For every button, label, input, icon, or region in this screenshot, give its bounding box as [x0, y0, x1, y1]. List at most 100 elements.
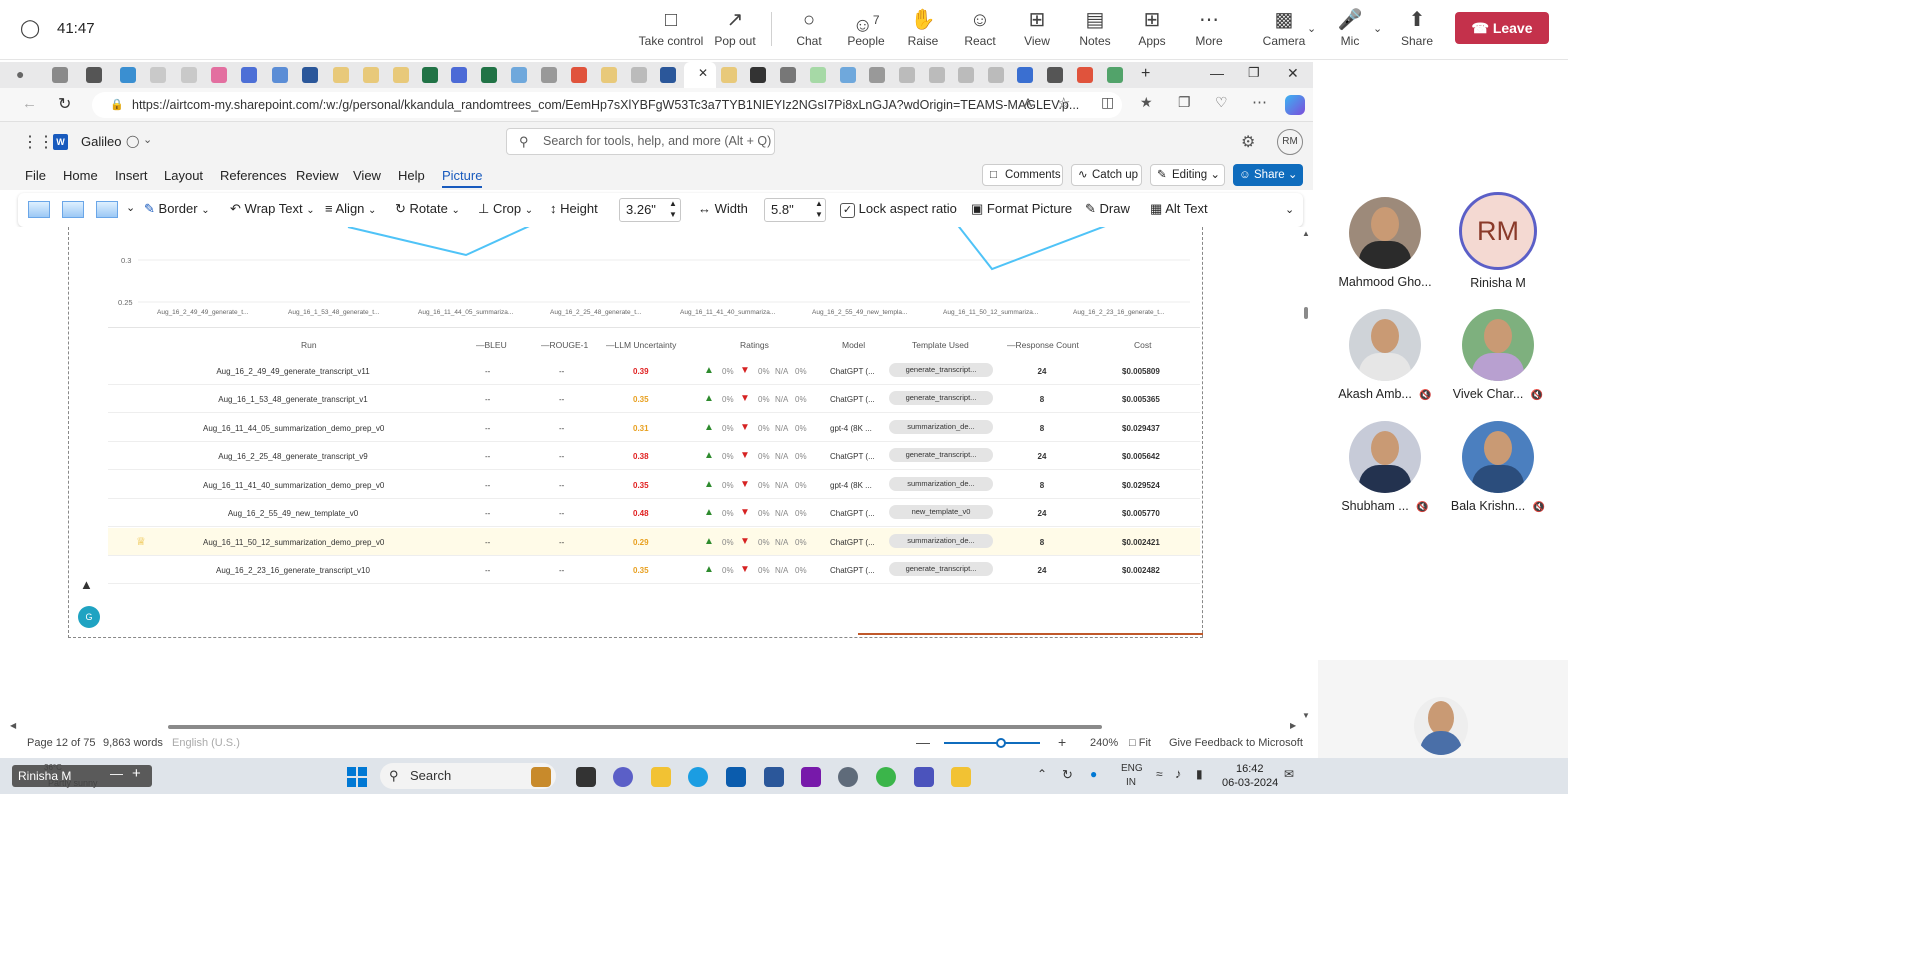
rotate-button[interactable]: ↻ Rotate ⌄: [395, 201, 460, 217]
tab-insert[interactable]: Insert: [115, 168, 148, 183]
tab-layout[interactable]: Layout: [164, 168, 203, 183]
run-name[interactable]: Aug_16_2_55_49_new_template_v0: [203, 509, 383, 518]
comments-button[interactable]: □ Comments: [982, 164, 1063, 186]
restore-icon[interactable]: ❐: [1248, 65, 1260, 81]
leave-button[interactable]: ☎ Leave: [1455, 12, 1549, 44]
windows-start-icon[interactable]: [347, 767, 367, 787]
thumbs-down-icon[interactable]: ▼: [740, 393, 750, 404]
tab-favicon[interactable]: [1047, 67, 1063, 83]
template-pill[interactable]: summarization_de...: [889, 420, 993, 434]
raise-hand-button[interactable]: ✋ Raise: [891, 6, 955, 54]
tab-favicon[interactable]: [721, 67, 737, 83]
people-button[interactable]: ☺7 People: [834, 6, 898, 54]
tab-favicon[interactable]: [363, 67, 379, 83]
tab-favicon[interactable]: [211, 67, 227, 83]
settings-gear-icon[interactable]: ⚙: [1241, 132, 1255, 152]
zoom-slider[interactable]: [944, 738, 1040, 748]
thumbs-up-icon[interactable]: ▲: [704, 536, 714, 547]
clock-time[interactable]: 16:42: [1236, 763, 1264, 775]
wrap-text-button[interactable]: ↶ Wrap Text ⌄: [230, 201, 315, 217]
participant-tile[interactable]: Akash Amb... 🔇: [1330, 309, 1440, 401]
split-screen-icon[interactable]: ◫: [1101, 94, 1114, 111]
border-button[interactable]: ✎ Border ⌄: [144, 201, 210, 217]
profile-icon[interactable]: ●: [16, 66, 24, 82]
align-button[interactable]: ≡ Align ⌄: [325, 201, 376, 216]
template-pill[interactable]: summarization_de...: [889, 534, 993, 548]
tab-home[interactable]: Home: [63, 168, 98, 183]
thumbs-up-icon[interactable]: ▲: [704, 450, 714, 461]
template-pill[interactable]: summarization_de...: [889, 477, 993, 491]
sync-icon[interactable]: ↻: [1062, 767, 1073, 783]
tab-favicon[interactable]: [422, 67, 438, 83]
tab-favicon[interactable]: [780, 67, 796, 83]
expand-share-icon[interactable]: +: [132, 765, 141, 782]
run-name[interactable]: Aug_16_11_50_12_summarization_demo_prep_…: [203, 538, 384, 547]
share-screen-button[interactable]: ⬆ Share: [1385, 6, 1449, 54]
run-name[interactable]: Aug_16_11_44_05_summarization_demo_prep_…: [203, 424, 384, 433]
taskbar-search[interactable]: ⚲ Search: [380, 763, 556, 789]
taskbar-app-icon[interactable]: [838, 767, 858, 787]
refresh-icon[interactable]: ↻: [58, 94, 71, 114]
apps-button[interactable]: ⊞ Apps: [1120, 6, 1184, 54]
template-pill[interactable]: new_template_v0: [889, 505, 993, 519]
tab-favicon[interactable]: [571, 67, 587, 83]
volume-icon[interactable]: ♪: [1175, 766, 1182, 781]
run-name[interactable]: Aug_16_2_23_16_generate_transcript_v10: [203, 566, 383, 575]
column-header-cost[interactable]: Cost: [1134, 340, 1151, 350]
tab-favicon[interactable]: [869, 67, 885, 83]
tab-favicon[interactable]: [988, 67, 1004, 83]
column-header-bleu[interactable]: —BLEU: [476, 340, 507, 350]
scroll-left-icon[interactable]: ◀: [10, 721, 16, 730]
tab-view[interactable]: View: [353, 168, 381, 183]
tab-favicon[interactable]: [631, 67, 647, 83]
pop-out-button[interactable]: ↗ Pop out: [703, 6, 767, 54]
editing-mode-button[interactable]: ✎ Editing ⌄: [1150, 164, 1225, 186]
thumbs-up-icon[interactable]: ▲: [704, 393, 714, 404]
search-input[interactable]: ⚲ Search for tools, help, and more (Alt …: [506, 128, 775, 155]
tab-favicon[interactable]: [52, 67, 68, 83]
tab-favicon[interactable]: [840, 67, 856, 83]
styles-expand-icon[interactable]: ⌄: [126, 201, 135, 214]
minimize-icon[interactable]: —: [1210, 65, 1224, 81]
document-title[interactable]: Galileo: [81, 134, 121, 149]
table-row[interactable]: Aug_16_11_41_40_summarization_demo_prep_…: [108, 471, 1200, 499]
user-avatar[interactable]: RM: [1277, 129, 1303, 155]
new-tab-icon[interactable]: +: [1141, 65, 1150, 83]
graduation-cap-icon[interactable]: ▲: [80, 577, 93, 592]
thumbs-down-icon[interactable]: ▼: [740, 422, 750, 433]
thumbs-down-icon[interactable]: ▼: [740, 536, 750, 547]
thumbs-up-icon[interactable]: ▲: [704, 479, 714, 490]
zoom-in-icon[interactable]: +: [1058, 734, 1066, 750]
tab-favicon[interactable]: [929, 67, 945, 83]
title-chevron-icon[interactable]: ⌄: [143, 133, 152, 146]
word-count[interactable]: 9,863 words: [103, 737, 163, 749]
tab-favicon[interactable]: [150, 67, 166, 83]
share-document-button[interactable]: ☺ Share ⌄: [1233, 164, 1303, 186]
picture-style-thumb-2[interactable]: [62, 201, 84, 218]
mic-chevron-icon[interactable]: ⌄: [1373, 22, 1382, 35]
ribbon-expand-icon[interactable]: ⌄: [1285, 203, 1294, 216]
column-header-template[interactable]: Template Used: [912, 340, 969, 350]
format-picture-button[interactable]: ▣ Format Picture: [971, 201, 1072, 217]
tab-favicon[interactable]: [899, 67, 915, 83]
column-header-ratings[interactable]: Ratings: [740, 340, 769, 350]
column-header-model[interactable]: Model: [842, 340, 865, 350]
run-name[interactable]: Aug_16_11_41_40_summarization_demo_prep_…: [203, 481, 384, 490]
thumbs-down-icon[interactable]: ▼: [740, 479, 750, 490]
table-row[interactable]: Aug_16_2_25_48_generate_transcript_v9 -- -…: [108, 442, 1200, 470]
tab-file[interactable]: File: [25, 168, 46, 183]
notes-button[interactable]: ▤ Notes: [1063, 6, 1127, 54]
wifi-icon[interactable]: ≈: [1156, 767, 1163, 781]
template-pill[interactable]: generate_transcript...: [889, 562, 993, 576]
participant-tile[interactable]: Vivek Char... 🔇: [1443, 309, 1553, 401]
table-row[interactable]: Aug_16_11_44_05_summarization_demo_prep_…: [108, 414, 1200, 442]
template-pill[interactable]: generate_transcript...: [889, 448, 993, 462]
picture-style-thumb-3[interactable]: [96, 201, 118, 218]
tab-favicon[interactable]: [302, 67, 318, 83]
zoom-level[interactable]: 240%: [1090, 737, 1118, 749]
active-tab[interactable]: ✕: [684, 62, 716, 88]
table-row[interactable]: ♕ Aug_16_11_50_12_summarization_demo_prep…: [108, 528, 1200, 556]
back-icon[interactable]: ←: [22, 95, 37, 112]
tab-favicon[interactable]: [1017, 67, 1033, 83]
run-name[interactable]: Aug_16_2_49_49_generate_transcript_v11: [203, 367, 383, 376]
